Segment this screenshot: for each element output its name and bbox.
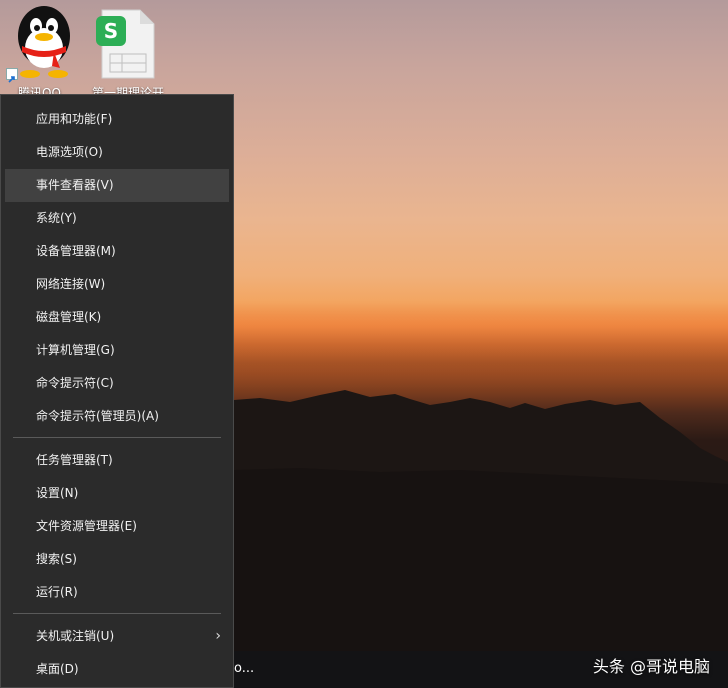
menu-item-disk-management[interactable]: 磁盘管理(K): [5, 301, 229, 334]
menu-item-command-prompt-admin[interactable]: 命令提示符(管理员)(A): [5, 400, 229, 433]
menu-item-shutdown-signout[interactable]: 关机或注销(U) ›: [5, 620, 229, 653]
menu-item-computer-management[interactable]: 计算机管理(G): [5, 334, 229, 367]
wps-spreadsheet-icon[interactable]: S: [96, 6, 160, 82]
chevron-right-icon: ›: [215, 628, 221, 644]
taskbar-partial-text[interactable]: o...: [234, 661, 254, 676]
menu-item-network-connections[interactable]: 网络连接(W): [5, 268, 229, 301]
menu-item-file-explorer[interactable]: 文件资源管理器(E): [5, 510, 229, 543]
shortcut-arrow-icon: [6, 68, 18, 83]
menu-item-desktop[interactable]: 桌面(D): [5, 653, 229, 686]
menu-item-run[interactable]: 运行(R): [5, 576, 229, 609]
menu-separator: [13, 437, 221, 438]
menu-item-system[interactable]: 系统(Y): [5, 202, 229, 235]
menu-separator: [13, 613, 221, 614]
qq-penguin-icon[interactable]: [8, 2, 80, 82]
menu-item-event-viewer[interactable]: 事件查看器(V): [5, 169, 229, 202]
winx-context-menu: 应用和功能(F) 电源选项(O) 事件查看器(V) 系统(Y) 设备管理器(M)…: [0, 94, 234, 688]
menu-item-settings[interactable]: 设置(N): [5, 477, 229, 510]
menu-item-command-prompt[interactable]: 命令提示符(C): [5, 367, 229, 400]
menu-item-apps-features[interactable]: 应用和功能(F): [5, 103, 229, 136]
menu-item-device-manager[interactable]: 设备管理器(M): [5, 235, 229, 268]
menu-item-search[interactable]: 搜索(S): [5, 543, 229, 576]
menu-item-task-manager[interactable]: 任务管理器(T): [5, 444, 229, 477]
watermark: 头条 @哥说电脑: [592, 657, 710, 676]
menu-item-label: 关机或注销(U): [36, 629, 115, 643]
menu-item-power-options[interactable]: 电源选项(O): [5, 136, 229, 169]
svg-text:S: S: [104, 19, 118, 43]
